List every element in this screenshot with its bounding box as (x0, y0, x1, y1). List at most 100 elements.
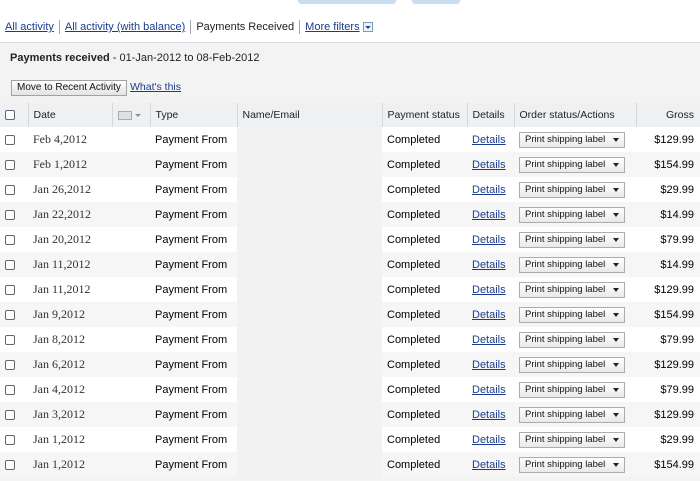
filter-all-activity-with-balance[interactable]: All activity (with balance) (65, 21, 185, 33)
header-name-email[interactable]: Name/Email (237, 103, 383, 127)
checkbox-icon[interactable] (5, 434, 15, 445)
table-row[interactable]: Feb 4,2012 Payment From Completed Details Pr… (0, 127, 700, 152)
row-type: Payment From (150, 302, 237, 327)
table-row[interactable]: Jan 3,2012 Payment From Completed Details Pr… (0, 402, 700, 427)
checkbox-icon[interactable] (5, 234, 15, 245)
checkbox-icon[interactable] (5, 409, 15, 420)
details-link[interactable]: Details (472, 459, 506, 471)
details-link[interactable]: Details (472, 409, 506, 421)
details-link[interactable]: Details (472, 434, 506, 446)
checkbox-icon[interactable] (5, 110, 15, 121)
details-link[interactable]: Details (472, 334, 506, 346)
details-link[interactable]: Details (472, 209, 506, 221)
order-action-select[interactable]: Print shipping label (519, 256, 625, 273)
details-link[interactable]: Details (472, 259, 506, 271)
details-link[interactable]: Details (472, 359, 506, 371)
checkbox-icon[interactable] (5, 284, 15, 295)
table-row[interactable]: Jan 8,2012 Payment From Completed Details Pr… (0, 327, 700, 352)
order-action-select[interactable]: Print shipping label (519, 406, 625, 423)
row-name-email (237, 177, 382, 202)
table-row[interactable]: Jan 11,2012 Payment From Completed Details P… (0, 277, 700, 302)
row-date: Feb 4,2012 (28, 127, 112, 152)
order-action-select[interactable]: Print shipping label (519, 231, 625, 248)
order-action-select[interactable]: Print shipping label (519, 131, 625, 148)
order-action-select[interactable]: Print shipping label (519, 281, 625, 298)
details-link[interactable]: Details (472, 134, 506, 146)
row-name-email (237, 127, 382, 152)
move-to-recent-activity-button[interactable]: Move to Recent Activity (11, 80, 127, 96)
whats-this-link[interactable]: What's this (130, 81, 181, 93)
row-select-cell[interactable] (0, 452, 28, 477)
row-select-cell[interactable] (0, 377, 28, 402)
row-select-cell[interactable] (0, 352, 28, 377)
order-action-select[interactable]: Print shipping label (519, 431, 625, 448)
details-link[interactable]: Details (472, 284, 506, 296)
table-row[interactable]: Jan 26,2012 Payment From Completed Details P… (0, 177, 700, 202)
checkbox-icon[interactable] (5, 159, 15, 170)
checkbox-icon[interactable] (5, 334, 15, 345)
row-select-cell[interactable] (0, 202, 28, 227)
row-select-cell[interactable] (0, 227, 28, 252)
order-action-select[interactable]: Print shipping label (519, 156, 625, 173)
table-row[interactable]: Jan 11,2012 Payment From Completed Details P… (0, 252, 700, 277)
details-link[interactable]: Details (472, 234, 506, 246)
filter-all-activity[interactable]: All activity (5, 21, 54, 33)
row-select-cell[interactable] (0, 327, 28, 352)
panel-title-range: - 01-Jan-2012 to 08-Feb-2012 (109, 52, 260, 64)
row-details-cell: Details (467, 127, 514, 152)
chevron-down-icon (613, 137, 619, 142)
details-link[interactable]: Details (472, 384, 506, 396)
order-action-select[interactable]: Print shipping label (519, 306, 625, 323)
table-row[interactable]: Jan 9,2012 Payment From Completed Details Pr… (0, 302, 700, 327)
row-select-cell[interactable] (0, 402, 28, 427)
row-select-cell[interactable] (0, 427, 28, 452)
row-gross: $154.99 (636, 152, 700, 177)
order-action-select[interactable]: Print shipping label (519, 356, 625, 373)
order-action-select[interactable]: Print shipping label (519, 206, 625, 223)
row-payment-status: Completed (382, 352, 467, 377)
row-flag-cell (112, 152, 150, 177)
table-row[interactable]: Jan 4,2012 Payment From Completed Details Pr… (0, 377, 700, 402)
table-row[interactable]: Jan 22,2012 Payment From Completed Details P… (0, 202, 700, 227)
header-date[interactable]: Date (28, 103, 113, 127)
order-action-select[interactable]: Print shipping label (519, 181, 625, 198)
table-row[interactable]: Jan 20,2012 Payment From Completed Details P… (0, 227, 700, 252)
row-select-cell[interactable] (0, 152, 28, 177)
checkbox-icon[interactable] (5, 359, 15, 370)
row-flag-cell (112, 352, 150, 377)
checkbox-icon[interactable] (5, 459, 15, 470)
header-type[interactable]: Type (150, 103, 238, 127)
row-select-cell[interactable] (0, 177, 28, 202)
details-link[interactable]: Details (472, 159, 506, 171)
row-payment-status: Completed (382, 327, 467, 352)
row-select-cell[interactable] (0, 277, 28, 302)
order-action-select[interactable]: Print shipping label (519, 331, 625, 348)
checkbox-icon[interactable] (5, 134, 15, 145)
chevron-down-icon (613, 262, 619, 267)
checkbox-icon[interactable] (5, 309, 15, 320)
row-order-action-cell: Print shipping label (514, 427, 636, 452)
details-link[interactable]: Details (472, 309, 506, 321)
checkbox-icon[interactable] (5, 384, 15, 395)
order-action-select[interactable]: Print shipping label (519, 381, 625, 398)
row-select-cell[interactable] (0, 302, 28, 327)
table-row[interactable]: Feb 1,2012 Payment From Completed Details Pr… (0, 152, 700, 177)
filter-more-filters[interactable]: More filters (305, 21, 359, 33)
header-payment-status[interactable]: Payment status (382, 103, 468, 127)
checkbox-icon[interactable] (5, 184, 15, 195)
checkbox-icon[interactable] (5, 209, 15, 220)
chevron-down-icon[interactable] (362, 22, 373, 32)
row-select-cell[interactable] (0, 252, 28, 277)
header-select-all[interactable] (0, 103, 29, 127)
row-select-cell[interactable] (0, 127, 28, 152)
header-gross[interactable]: Gross (636, 103, 700, 127)
order-action-value: Print shipping label (525, 334, 606, 345)
table-row[interactable]: Jan 1,2012 Payment From Completed Details Pr… (0, 427, 700, 452)
row-date: Jan 1,2012 (28, 427, 112, 452)
header-flag[interactable] (112, 103, 151, 127)
table-row[interactable]: Jan 1,2012 Payment From Completed Details Pr… (0, 452, 700, 477)
details-link[interactable]: Details (472, 184, 506, 196)
order-action-select[interactable]: Print shipping label (519, 456, 625, 473)
checkbox-icon[interactable] (5, 259, 15, 270)
table-row[interactable]: Jan 6,2012 Payment From Completed Details Pr… (0, 352, 700, 377)
